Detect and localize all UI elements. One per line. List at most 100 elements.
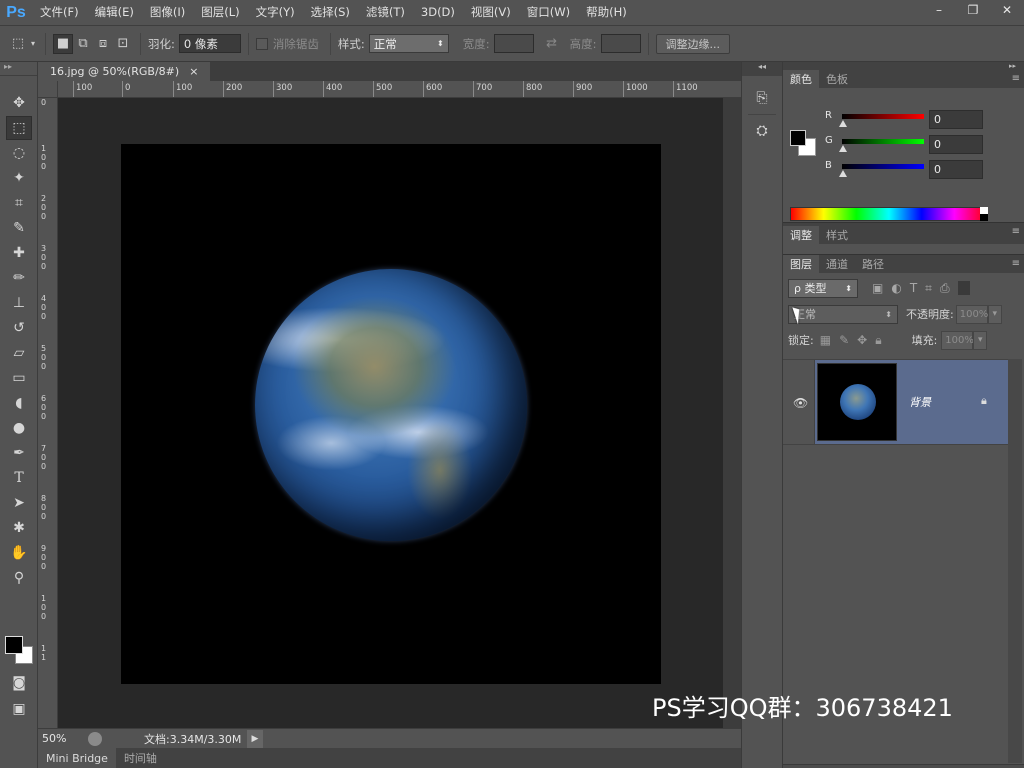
tab-styles[interactable]: 样式 — [819, 226, 855, 244]
gradient-tool-icon[interactable]: ▭ — [6, 366, 32, 390]
ruler-origin[interactable] — [38, 81, 58, 98]
tab-channels[interactable]: 通道 — [819, 255, 855, 273]
menu-file[interactable]: 文件(F) — [32, 0, 87, 25]
lock-transparent-icon[interactable]: ▦ — [820, 333, 831, 348]
dock-collapse-handle[interactable]: ◂◂ — [742, 62, 782, 76]
smart-object-filter-icon[interactable]: ⎙ — [940, 281, 950, 296]
blue-value-input[interactable]: 0 — [929, 160, 983, 179]
layer-thumbnail[interactable] — [817, 363, 897, 441]
lasso-tool-icon[interactable]: ◌ — [6, 141, 32, 165]
opacity-input[interactable]: 100% — [955, 304, 988, 324]
horizontal-ruler[interactable]: 100 0 100 200 300 400 500 600 700 800 90… — [58, 81, 741, 98]
opacity-dropdown-icon[interactable]: ▾ — [987, 304, 1002, 324]
intersect-selection-icon[interactable]: ⊡ — [113, 34, 133, 54]
fill-dropdown-icon[interactable]: ▾ — [973, 330, 988, 350]
blur-tool-icon[interactable]: ◖ — [6, 391, 32, 415]
zoom-level[interactable]: 50% — [38, 732, 88, 745]
tab-color[interactable]: 颜色 — [783, 70, 819, 88]
rectangular-marquee-tool-icon[interactable]: ⬚ — [6, 116, 32, 140]
green-value-input[interactable]: 0 — [929, 135, 983, 154]
pixel-filter-icon[interactable]: ▣ — [872, 281, 883, 296]
antialias-checkbox[interactable] — [255, 37, 268, 50]
panel-menu-icon[interactable]: ≡ — [1012, 258, 1020, 269]
properties-panel-icon[interactable]: ⛭ — [750, 119, 774, 143]
magic-wand-tool-icon[interactable]: ✦ — [6, 166, 32, 190]
minimize-button[interactable]: – — [922, 0, 956, 20]
type-tool-icon[interactable]: T — [6, 466, 32, 490]
style-select[interactable]: 正常 ⬍ — [368, 34, 449, 53]
panel-menu-icon[interactable]: ≡ — [1012, 226, 1020, 237]
healing-brush-tool-icon[interactable]: ✚ — [6, 241, 32, 265]
tab-adjustments[interactable]: 调整 — [783, 226, 819, 244]
lock-pixels-icon[interactable]: ✎ — [839, 333, 849, 348]
menu-view[interactable]: 视图(V) — [463, 0, 519, 25]
shape-filter-icon[interactable]: ⌗ — [925, 281, 932, 296]
screen-mode-icon[interactable]: ▣ — [6, 697, 32, 721]
lock-position-icon[interactable]: ✥ — [857, 333, 867, 348]
brush-tool-icon[interactable]: ✏ — [6, 266, 32, 290]
status-info-icon[interactable] — [88, 731, 102, 746]
menu-help[interactable]: 帮助(H) — [578, 0, 635, 25]
custom-shape-tool-icon[interactable]: ✱ — [6, 516, 32, 540]
move-tool-icon[interactable]: ✥ — [6, 91, 32, 115]
eye-icon[interactable]: 👁︎ — [793, 396, 808, 410]
red-slider[interactable] — [842, 114, 924, 119]
menu-window[interactable]: 窗口(W) — [519, 0, 578, 25]
width-input[interactable] — [493, 34, 534, 53]
layers-scrollbar[interactable] — [1008, 359, 1022, 763]
subtract-selection-icon[interactable]: ⧈ — [93, 34, 113, 54]
history-panel-icon[interactable]: ⎘ — [750, 86, 774, 110]
swap-icon[interactable]: ⇄ — [542, 34, 562, 54]
color-spectrum-ramp[interactable] — [790, 207, 988, 221]
document-image[interactable] — [121, 144, 661, 684]
tab-swatches[interactable]: 色板 — [819, 70, 855, 88]
menu-3d[interactable]: 3D(D) — [413, 0, 463, 25]
red-value-input[interactable]: 0 — [929, 110, 983, 129]
tab-mini-bridge[interactable]: Mini Bridge — [38, 748, 116, 768]
fill-input[interactable]: 100% — [941, 330, 974, 350]
layer-row[interactable]: 👁︎ 背景 🔒︎ — [783, 359, 1008, 445]
blend-mode-select[interactable]: 正常 ⬍ — [788, 304, 898, 324]
height-input[interactable] — [600, 34, 641, 53]
hand-tool-icon[interactable]: ✋ — [6, 541, 32, 565]
zoom-tool-icon[interactable]: ⚲ — [6, 566, 32, 590]
layer-visibility-cell[interactable]: 👁︎ — [783, 360, 815, 444]
canvas-area[interactable] — [58, 98, 723, 730]
marquee-preset-icon[interactable]: ⬚ — [8, 34, 28, 54]
crop-tool-icon[interactable]: ⌗ — [6, 191, 32, 215]
status-menu-arrow[interactable]: ▶ — [247, 729, 263, 748]
slider-thumb[interactable] — [839, 170, 847, 177]
right-dock-collapse-handle[interactable]: ▸▸ — [783, 62, 1024, 70]
slider-thumb[interactable] — [839, 145, 847, 152]
chevron-down-icon[interactable]: ▾ — [28, 34, 38, 54]
menu-filter[interactable]: 滤镜(T) — [358, 0, 413, 25]
refine-edge-button[interactable]: 调整边缘... — [655, 33, 730, 54]
blue-slider[interactable] — [842, 164, 924, 169]
tab-timeline[interactable]: 时间轴 — [116, 748, 165, 768]
document-tab[interactable]: 16.jpg @ 50%(RGB/8#) × — [38, 62, 211, 81]
foreground-background-colors[interactable] — [5, 636, 35, 666]
slider-thumb[interactable] — [839, 120, 847, 127]
layer-filter-select[interactable]: ρ 类型 ⬍ — [788, 278, 858, 298]
feather-input[interactable]: 0 像素 — [178, 34, 241, 53]
menu-layer[interactable]: 图层(L) — [193, 0, 247, 25]
new-selection-icon[interactable]: ■ — [53, 33, 73, 54]
restore-button[interactable]: ❐ — [956, 0, 990, 20]
eraser-tool-icon[interactable]: ▱ — [6, 341, 32, 365]
foreground-color-swatch[interactable] — [5, 636, 23, 654]
eyedropper-tool-icon[interactable]: ✎ — [6, 216, 32, 240]
add-selection-icon[interactable]: ⧉ — [73, 34, 93, 54]
close-tab-icon[interactable]: × — [189, 65, 198, 78]
tab-layers[interactable]: 图层 — [783, 255, 819, 273]
tab-paths[interactable]: 路径 — [855, 255, 891, 273]
history-brush-tool-icon[interactable]: ↺ — [6, 316, 32, 340]
menu-select[interactable]: 选择(S) — [303, 0, 358, 25]
path-selection-tool-icon[interactable]: ➤ — [6, 491, 32, 515]
menu-edit[interactable]: 编辑(E) — [87, 0, 142, 25]
adjustment-filter-icon[interactable]: ◐ — [891, 281, 901, 296]
layer-name[interactable]: 背景 — [909, 394, 931, 410]
pen-tool-icon[interactable]: ✒ — [6, 441, 32, 465]
type-filter-icon[interactable]: T — [910, 281, 917, 296]
close-button[interactable]: ✕ — [990, 0, 1024, 20]
clone-stamp-tool-icon[interactable]: ⊥ — [6, 291, 32, 315]
